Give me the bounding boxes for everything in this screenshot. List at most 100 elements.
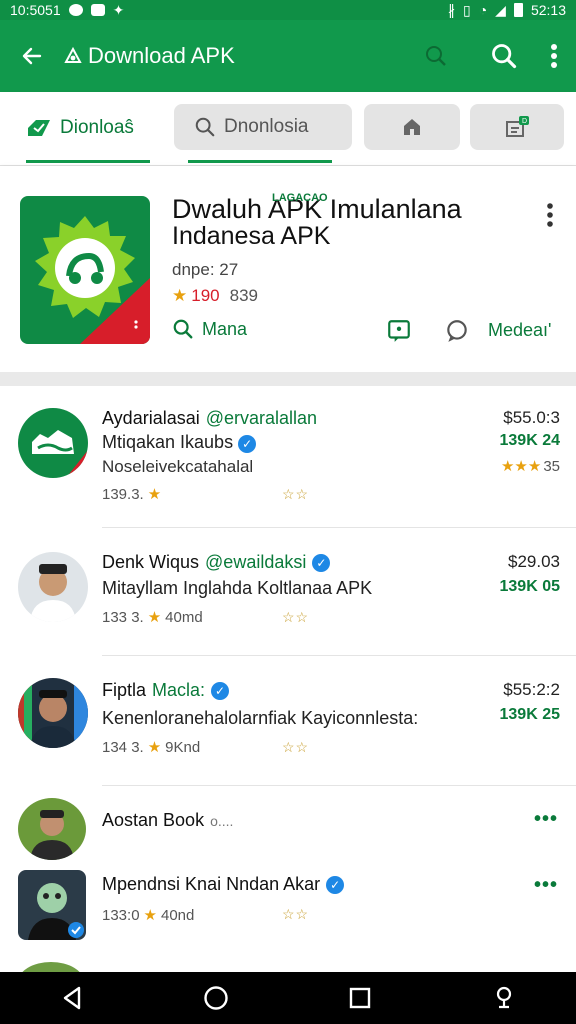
- app-bar-title-wrap: Download APK: [64, 43, 235, 69]
- tab-home[interactable]: [364, 104, 460, 150]
- rating-count: 839: [229, 286, 258, 305]
- svg-text:D: D: [522, 118, 527, 125]
- item-name: Aostan Book: [102, 810, 205, 830]
- list-item[interactable]: [0, 958, 576, 972]
- item-name: Aydarialasai: [102, 408, 200, 428]
- signal-icon: ◢: [495, 1, 506, 18]
- location-icon: ✦: [112, 1, 125, 18]
- verified-icon: ✓: [211, 681, 230, 700]
- system-nav-bar: [0, 972, 576, 1024]
- red-corner: [80, 278, 150, 344]
- tab-updates[interactable]: D: [470, 104, 564, 150]
- person-avatar-icon: [30, 564, 76, 622]
- list-item[interactable]: Denk Wiqus @ewaildaksi ✓ Mitayllam Ingla…: [0, 528, 576, 656]
- app-list: Aydarialasai @ervaralallan Mtiqakan Ikau…: [0, 386, 576, 972]
- more-options-icon[interactable]: •••: [534, 808, 558, 831]
- item-name: Fiptla: [102, 680, 147, 700]
- item-meta-value: 133:0: [102, 906, 140, 924]
- person-avatar-icon: [30, 810, 74, 860]
- comment-icon[interactable]: [444, 318, 470, 344]
- list-item[interactable]: Fiptla Macla: ✓ Kenenloranehalolarnfiak …: [0, 656, 576, 786]
- app-bar-title: Download APK: [88, 43, 235, 68]
- item-price: $29.03: [508, 552, 560, 571]
- item-title: Aostan Book o....: [102, 810, 233, 831]
- item-meta-extra: 40nd: [161, 906, 195, 924]
- updates-icon: D: [506, 116, 529, 137]
- item-handle: @ervaralallan: [205, 408, 318, 428]
- list-item[interactable]: Aydarialasai @ervaralallan Mtiqakan Ikau…: [0, 386, 576, 528]
- item-title: Denk Wiqus @ewaildaksi ✓: [102, 552, 331, 573]
- mini-stars-icon: ☆☆: [282, 739, 310, 755]
- item-meta: 139.3. ★: [102, 485, 162, 504]
- more-options-icon[interactable]: •••: [534, 874, 558, 897]
- nav-back-button[interactable]: [47, 978, 97, 1018]
- item-title: Mpendnsi Knai Nndan Akar ✓: [102, 874, 345, 895]
- item-meta-extra: 9Knd: [165, 738, 201, 756]
- tab-row: Dionloaŝ Dnonlosia D: [0, 92, 576, 166]
- tab-search[interactable]: Dnonlosia: [174, 104, 352, 150]
- item-meta: 133 3. ★ 40md: [102, 608, 203, 627]
- star-icon: ★: [147, 486, 162, 503]
- app-bar: Download APK: [0, 20, 576, 92]
- manage-secondary-button[interactable]: Medeaı': [488, 320, 551, 341]
- back-button[interactable]: [0, 20, 64, 92]
- item-description: Noseleivekcatahalal: [102, 457, 254, 476]
- search-icon[interactable]: [490, 42, 518, 70]
- featured-app-name-line2: Indanesa APK: [172, 222, 331, 250]
- bluetooth-icon: ∦: [447, 1, 455, 18]
- star-icon: ★: [143, 907, 157, 924]
- avatar: [18, 870, 86, 940]
- back-arrow-icon: [22, 47, 42, 65]
- nav-assistant-button[interactable]: [479, 978, 529, 1018]
- verified-icon: ✓: [238, 435, 257, 453]
- vibrate-icon: ▯: [462, 1, 471, 18]
- featured-app-card[interactable]: Dwaluh APK Imulanlana LAGACAO Indanesa A…: [0, 166, 576, 372]
- avatar: [18, 962, 84, 972]
- list-item[interactable]: Mpendnsi Knai Nndan Akar ✓ 133:0 ★ 40nd …: [0, 858, 576, 958]
- item-title: Fiptla Macla: ✓: [102, 680, 230, 701]
- item-name: Denk Wiqus: [102, 552, 200, 572]
- avatar: [18, 678, 88, 748]
- person-avatar-icon: [18, 678, 88, 748]
- item-meta-value: 139.3.: [102, 485, 144, 503]
- wifi-icon: ◔: [478, 2, 488, 18]
- item-price: $55.0:3: [503, 408, 560, 427]
- manage-button[interactable]: Mana: [172, 318, 247, 340]
- tab-indicator: [26, 160, 150, 163]
- rating-value: 190: [191, 286, 220, 305]
- star-icon: ★: [147, 609, 162, 626]
- search-faded-icon[interactable]: [424, 44, 448, 68]
- featured-app-tag: LAGACAO: [272, 192, 328, 204]
- download-tag-icon: [28, 120, 50, 136]
- item-price: $55:2:2: [503, 680, 560, 699]
- status-bar: 10:5051 ✦ ∦ ▯ ◔ ◢ 52:13: [0, 0, 576, 20]
- app-logo-icon: [32, 430, 88, 478]
- item-size: 139K 24: [499, 432, 561, 449]
- section-divider: [0, 372, 576, 386]
- status-time: 10:5051: [10, 2, 61, 18]
- notification-icon: [90, 4, 105, 16]
- item-meta-value: 133 3.: [102, 608, 144, 626]
- star-icon: ★: [172, 286, 188, 305]
- overflow-menu-icon[interactable]: [550, 43, 558, 69]
- person-avatar-icon: [28, 883, 84, 940]
- tab-downloads[interactable]: Dionloaŝ: [14, 106, 162, 150]
- featured-more-icon[interactable]: [546, 202, 554, 228]
- featured-app-meta: dnpe: 27: [172, 260, 239, 279]
- screen: 10:5051 ✦ ∦ ▯ ◔ ◢ 52:13 Download APK Dio…: [0, 0, 576, 1024]
- nav-back-icon: [63, 986, 81, 1010]
- review-icon[interactable]: [386, 318, 412, 344]
- featured-app-icon[interactable]: [20, 196, 150, 344]
- list-item[interactable]: Aostan Book o.... •••: [0, 786, 576, 860]
- avatar: [18, 798, 86, 860]
- star-icon: ★: [147, 739, 162, 756]
- battery-icon: [513, 3, 523, 17]
- nav-home-button[interactable]: [191, 978, 241, 1018]
- icon-dots: [134, 320, 138, 329]
- sync-icon: [68, 4, 83, 16]
- item-title: Aydarialasai @ervaralallan: [102, 408, 317, 429]
- avatar: [18, 408, 88, 478]
- nav-recents-button[interactable]: [335, 978, 385, 1018]
- nav-recents-icon: [349, 987, 371, 1009]
- search-icon: [173, 319, 193, 339]
